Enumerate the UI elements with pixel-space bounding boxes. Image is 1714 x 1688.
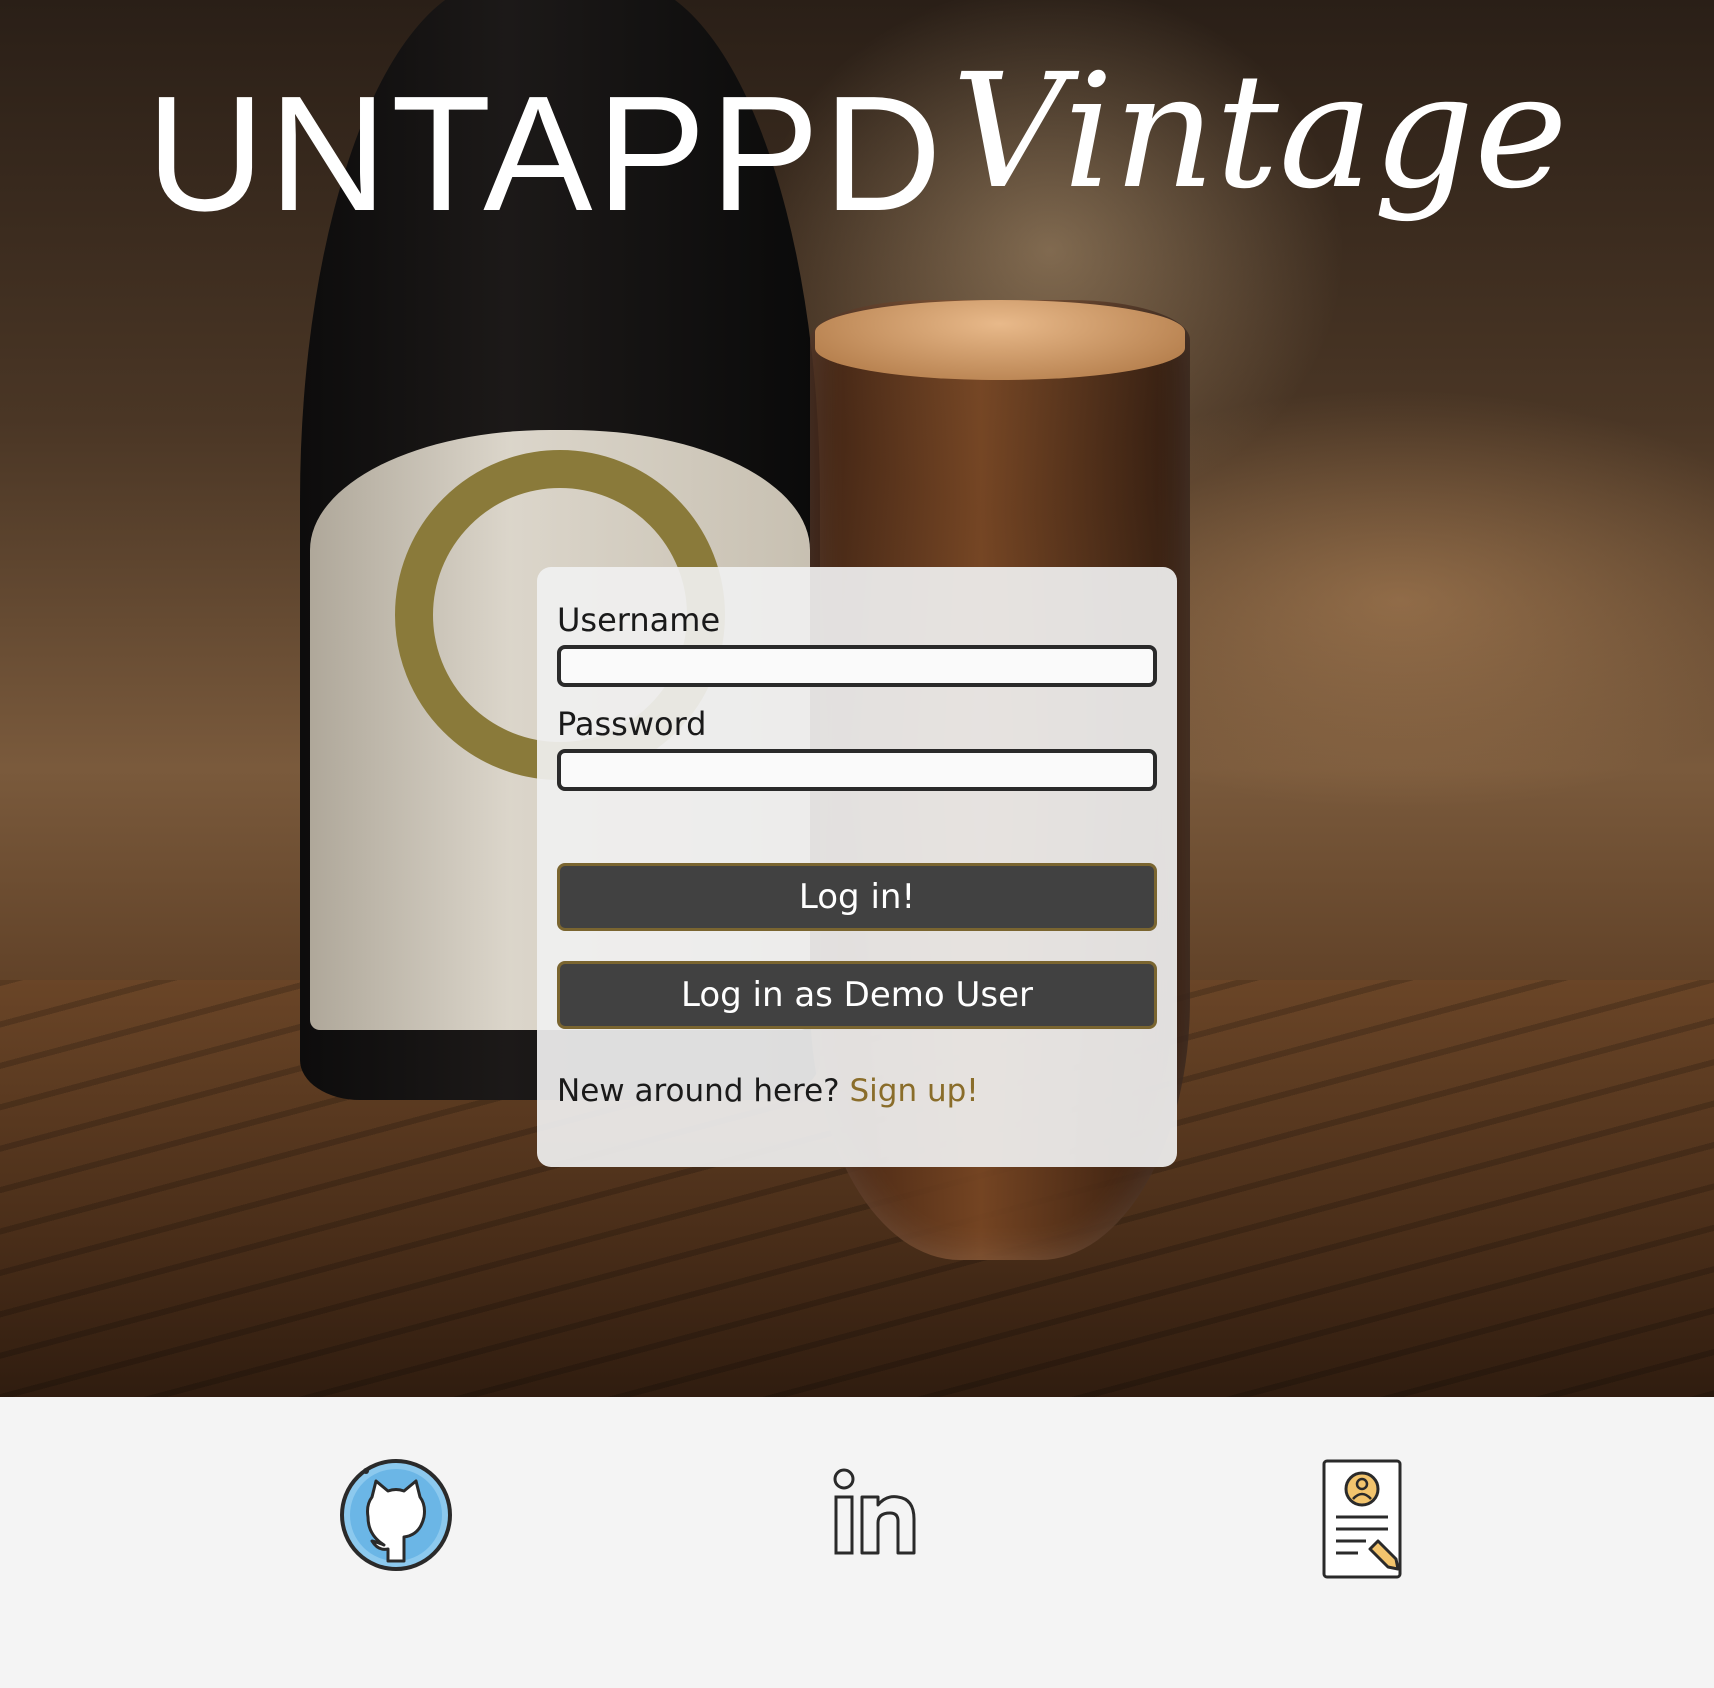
login-button[interactable]: Log in! xyxy=(557,863,1157,931)
logo-script-text: Vintage xyxy=(951,40,1568,224)
signup-link[interactable]: Sign up! xyxy=(850,1073,979,1109)
demo-login-button[interactable]: Log in as Demo User xyxy=(557,961,1157,1029)
password-input[interactable] xyxy=(557,749,1157,791)
logo-main-text: UNTAPPD xyxy=(146,62,946,245)
footer xyxy=(0,1397,1714,1688)
signup-prompt-line: New around here? Sign up! xyxy=(557,1073,1157,1109)
linkedin-icon[interactable] xyxy=(826,1457,922,1577)
beer-foam-image xyxy=(815,300,1185,380)
username-label: Username xyxy=(557,601,721,639)
signup-prompt: New around here? xyxy=(557,1073,840,1109)
github-icon[interactable] xyxy=(338,1457,454,1577)
username-input[interactable] xyxy=(557,645,1157,687)
site-logo: UNTAPPDVintage xyxy=(0,40,1714,248)
password-label: Password xyxy=(557,705,707,743)
resume-icon[interactable] xyxy=(1318,1457,1408,1585)
login-form: Username Password Log in! Log in as Demo… xyxy=(537,567,1177,1167)
hero-background: UNTAPPDVintage Username Password Log in!… xyxy=(0,0,1714,1397)
